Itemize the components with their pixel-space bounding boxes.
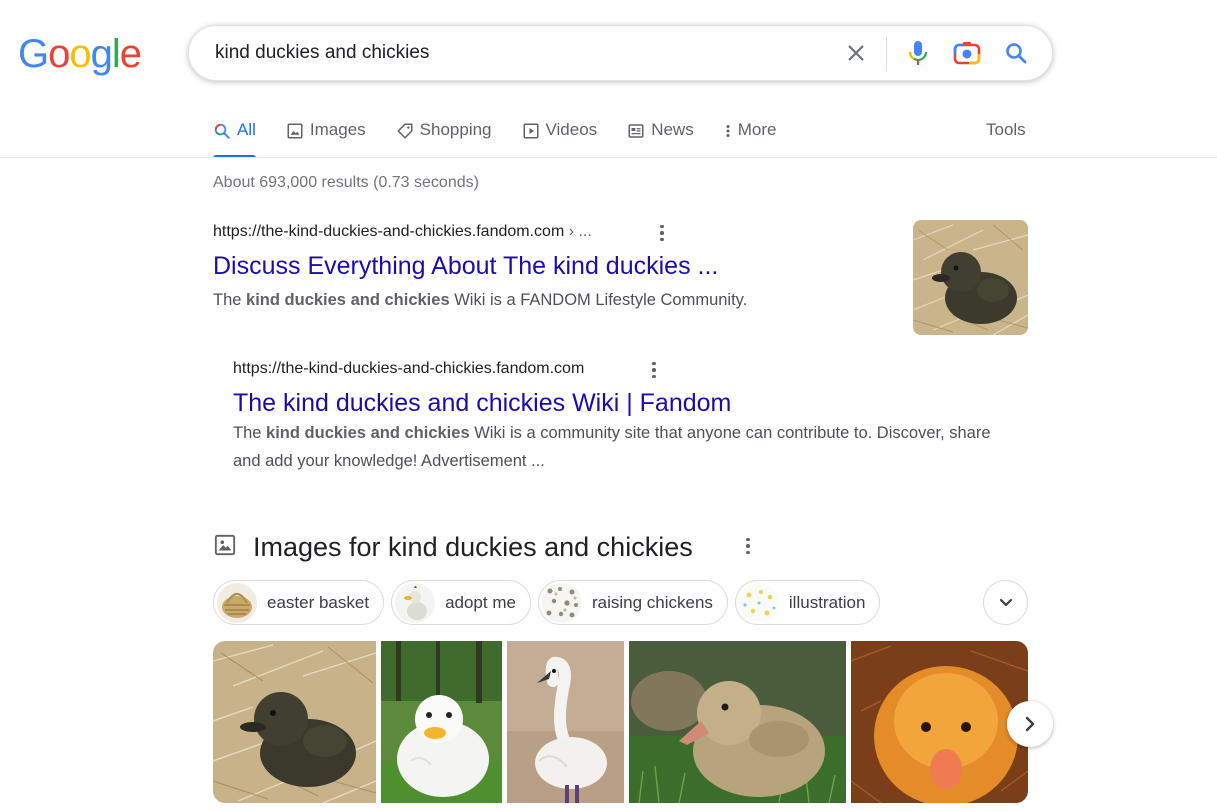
- result-url[interactable]: https://the-kind-duckies-and-chickies.fa…: [233, 360, 584, 378]
- tab-news[interactable]: News: [627, 115, 694, 158]
- search-icon: [214, 123, 230, 139]
- snippet-text: The: [233, 424, 267, 442]
- chip-raising-chickens[interactable]: raising chickens: [537, 580, 728, 625]
- result-url[interactable]: https://the-kind-duckies-and-chickies.fa…: [213, 223, 592, 241]
- tab-label: All: [237, 120, 256, 139]
- search-box: [188, 25, 1053, 81]
- header-divider: [0, 157, 1217, 158]
- snippet-bold: kind duckies and chickies: [266, 424, 470, 442]
- logo-letter: G: [18, 32, 49, 76]
- search-input[interactable]: [215, 26, 815, 80]
- search-tabs: All Images Shopping Videos News More: [213, 115, 806, 158]
- image-result[interactable]: [629, 641, 846, 803]
- camera-icon[interactable]: [952, 38, 982, 68]
- tools-button[interactable]: Tools: [986, 120, 1026, 140]
- chip-label: adopt me: [445, 592, 516, 612]
- result-title-link[interactable]: Discuss Everything About The kind duckie…: [213, 252, 718, 281]
- tab-videos[interactable]: Videos: [522, 115, 598, 158]
- tab-label: Images: [309, 120, 366, 139]
- google-logo[interactable]: Google: [18, 32, 142, 76]
- chevron-right-icon[interactable]: [1007, 701, 1053, 747]
- logo-letter: o: [48, 32, 70, 76]
- chip-easter-basket[interactable]: easter basket: [213, 580, 385, 625]
- chip-thumbnail: [738, 582, 779, 623]
- image-icon: [214, 534, 236, 561]
- result-snippet: The kind duckies and chickies Wiki is a …: [233, 419, 993, 475]
- logo-letter: o: [69, 32, 91, 76]
- image-result[interactable]: [507, 641, 624, 803]
- chevron-down-icon[interactable]: [983, 580, 1028, 625]
- news-icon: [628, 124, 644, 138]
- search-icon[interactable]: [1001, 38, 1031, 68]
- chip-thumbnail: [395, 582, 436, 623]
- image-result[interactable]: [381, 641, 502, 803]
- image-icon: [287, 123, 303, 139]
- tab-all[interactable]: All: [213, 115, 256, 158]
- chip-adopt-me[interactable]: adopt me: [391, 580, 531, 625]
- chip-thumbnail: [541, 582, 582, 623]
- close-icon[interactable]: [841, 38, 871, 68]
- snippet-text: The: [213, 291, 247, 309]
- tab-shopping[interactable]: Shopping: [396, 115, 492, 158]
- result-title-link[interactable]: The kind duckies and chickies Wiki | Fan…: [233, 389, 731, 418]
- tab-label: More: [737, 120, 777, 139]
- snippet-bold: kind duckies and chickies: [246, 291, 450, 309]
- chip-thumbnail: [217, 582, 257, 623]
- result-options-icon[interactable]: [654, 223, 670, 243]
- tag-icon: [397, 123, 413, 139]
- tab-label: News: [651, 120, 694, 139]
- tab-label: Videos: [545, 120, 598, 139]
- chip-label: illustration: [788, 592, 866, 612]
- result-snippet: The kind duckies and chickies Wiki is a …: [213, 286, 873, 314]
- image-result[interactable]: [851, 641, 1028, 803]
- search-divider: [886, 37, 887, 71]
- logo-letter: g: [90, 32, 113, 76]
- images-section-title: Images for kind duckies and chickies: [253, 532, 693, 562]
- chip-label: raising chickens: [591, 592, 713, 612]
- result-stats: About 693,000 results (0.73 seconds): [213, 174, 479, 191]
- play-icon: [523, 123, 538, 139]
- tab-images[interactable]: Images: [286, 115, 366, 158]
- tab-label: Shopping: [419, 120, 492, 139]
- images-options-icon[interactable]: [740, 536, 756, 556]
- mic-icon[interactable]: [903, 38, 933, 68]
- image-result[interactable]: [213, 641, 376, 803]
- logo-letter: e: [119, 32, 142, 76]
- result-url-text: https://the-kind-duckies-and-chickies.fa…: [213, 223, 565, 240]
- result-breadcrumb: › ...: [564, 223, 592, 240]
- tab-more[interactable]: More: [724, 115, 777, 158]
- chip-illustration[interactable]: illustration: [734, 580, 881, 625]
- snippet-text: Wiki is a FANDOM Lifestyle Community.: [449, 291, 748, 309]
- result-options-icon[interactable]: [646, 360, 662, 380]
- image-filter-chips: easter basket adopt me raising chickens …: [213, 580, 881, 625]
- logo-letter: l: [111, 32, 121, 76]
- result-thumbnail[interactable]: [913, 220, 1028, 335]
- kebab-icon: [726, 125, 730, 137]
- chip-label: easter basket: [267, 592, 370, 612]
